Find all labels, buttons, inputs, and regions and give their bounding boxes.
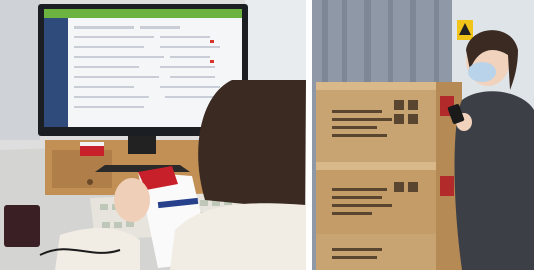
carton-stack	[316, 82, 462, 270]
hand	[114, 178, 150, 222]
phone	[4, 205, 40, 247]
office-scene	[0, 0, 306, 270]
warehouse-photo	[312, 0, 534, 270]
warehouse-scene	[312, 0, 534, 270]
mask	[468, 62, 496, 82]
office-desk-photo	[0, 0, 306, 270]
person-hair	[198, 80, 306, 210]
